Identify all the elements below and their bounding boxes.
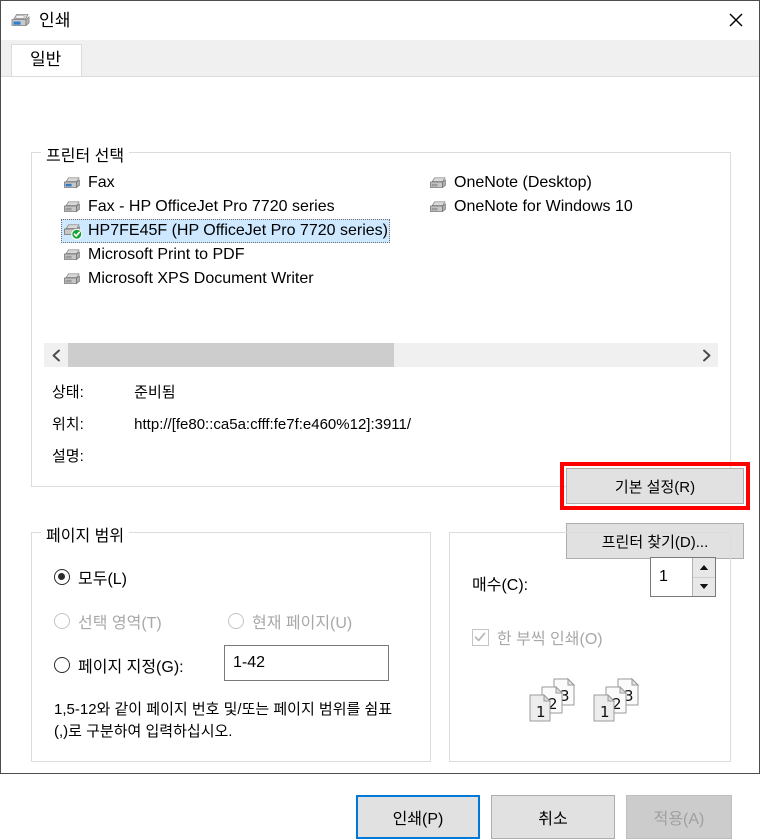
window-title: 인쇄 bbox=[39, 11, 71, 30]
radio-page-numbers-label: 페이지 지정(G): bbox=[78, 659, 184, 676]
tab-strip: 일반 bbox=[1, 40, 759, 77]
stepper-buttons bbox=[692, 558, 715, 596]
radio-indicator bbox=[228, 613, 244, 629]
printer-name: Fax bbox=[88, 174, 115, 191]
print-button-label: 인쇄(P) bbox=[392, 811, 444, 828]
cancel-button[interactable]: 취소 bbox=[491, 795, 615, 839]
print-dialog-window: 인쇄 일반 프린터 선택 Fax Fax - HP OfficeJet Pro … bbox=[0, 0, 760, 839]
printer-location-label: 위치: bbox=[52, 416, 84, 433]
page-range-group: 페이지 범위 모두(L) 선택 영역(T) 현재 페이지(U) 페이지 지정(G… bbox=[31, 522, 431, 762]
radio-all-pages-label: 모두(L) bbox=[78, 571, 127, 588]
printer-icon bbox=[63, 198, 83, 216]
printer-icon bbox=[10, 10, 32, 32]
preferences-button[interactable]: 기본 설정(R) bbox=[566, 468, 744, 504]
arrow-up-icon[interactable] bbox=[693, 558, 715, 577]
collate-illustration: 3 2 1 3 2 1 bbox=[528, 675, 678, 731]
list-item[interactable]: Microsoft XPS Document Writer bbox=[61, 267, 390, 291]
svg-text:1: 1 bbox=[600, 703, 610, 721]
printer-name: HP7FE45F (HP OfficeJet Pro 7720 series) bbox=[88, 222, 388, 239]
printer-default-icon bbox=[63, 222, 83, 240]
printer-location-row: 위치: http://[fe80::ca5a:cfff:fe7f:e460%12… bbox=[52, 413, 411, 434]
list-item[interactable]: OneNote for Windows 10 bbox=[427, 195, 635, 219]
list-item[interactable]: Fax bbox=[61, 171, 390, 195]
close-icon[interactable] bbox=[713, 1, 759, 39]
printer-comment-row: 설명: bbox=[52, 445, 130, 466]
apply-button-label: 적용(A) bbox=[653, 811, 705, 828]
tab-general[interactable]: 일반 bbox=[11, 44, 83, 77]
print-button[interactable]: 인쇄(P) bbox=[356, 795, 480, 839]
radio-indicator bbox=[54, 657, 70, 673]
preferences-button-label: 기본 설정(R) bbox=[614, 478, 696, 496]
pages-input[interactable] bbox=[224, 645, 389, 681]
svg-text:1: 1 bbox=[536, 703, 546, 721]
printer-list-left-column: Fax Fax - HP OfficeJet Pro 7720 series H… bbox=[61, 171, 390, 291]
page-range-group-title: 페이지 범위 bbox=[41, 522, 130, 546]
printer-status-label: 상태: bbox=[52, 384, 84, 401]
printer-comment-label: 설명: bbox=[52, 448, 84, 465]
radio-all-pages[interactable]: 모두(L) bbox=[54, 565, 127, 589]
printer-icon bbox=[63, 246, 83, 264]
printer-icon bbox=[429, 174, 449, 192]
chevron-left-icon[interactable] bbox=[44, 343, 68, 367]
copies-label: 매수(C): bbox=[472, 577, 529, 594]
radio-page-numbers[interactable]: 페이지 지정(G): bbox=[54, 653, 184, 677]
dialog-panel: 프린터 선택 Fax Fax - HP OfficeJet Pro 7720 s… bbox=[1, 76, 759, 839]
printer-name: Microsoft Print to PDF bbox=[88, 246, 245, 263]
printer-select-group-title: 프린터 선택 bbox=[41, 142, 130, 166]
apply-button: 적용(A) bbox=[626, 795, 732, 839]
collate-checkbox: 한 부씩 인쇄(O) bbox=[472, 625, 603, 649]
checkbox-indicator bbox=[472, 628, 489, 646]
printer-icon bbox=[63, 270, 83, 288]
horizontal-scrollbar[interactable] bbox=[44, 343, 718, 367]
printer-name: Microsoft XPS Document Writer bbox=[88, 270, 314, 287]
printer-select-group: 프린터 선택 Fax Fax - HP OfficeJet Pro 7720 s… bbox=[31, 142, 750, 559]
collate-label: 한 부씩 인쇄(O) bbox=[497, 631, 603, 648]
printer-name: OneNote for Windows 10 bbox=[454, 198, 633, 215]
title-bar: 인쇄 bbox=[1, 1, 759, 40]
printer-icon bbox=[429, 198, 449, 216]
radio-selection-label: 선택 영역(T) bbox=[78, 615, 162, 632]
printer-status-row: 상태: 준비됨 bbox=[52, 381, 176, 402]
list-item[interactable]: Microsoft Print to PDF bbox=[61, 243, 390, 267]
radio-current-page: 현재 페이지(U) bbox=[228, 609, 352, 633]
printer-name: Fax - HP OfficeJet Pro 7720 series bbox=[88, 198, 335, 215]
printer-icon bbox=[63, 174, 83, 192]
radio-indicator bbox=[54, 569, 70, 585]
cancel-button-label: 취소 bbox=[538, 811, 568, 828]
copies-value[interactable]: 1 bbox=[651, 558, 692, 596]
copies-stepper[interactable]: 1 bbox=[650, 557, 716, 597]
printer-status-value: 준비됨 bbox=[134, 384, 176, 401]
list-item[interactable]: Fax - HP OfficeJet Pro 7720 series bbox=[61, 195, 390, 219]
list-item-selected[interactable]: HP7FE45F (HP OfficeJet Pro 7720 series) bbox=[61, 219, 390, 243]
arrow-down-icon[interactable] bbox=[693, 576, 715, 596]
tab-general-label: 일반 bbox=[30, 50, 62, 70]
page-range-help-text: 1,5-12와 같이 페이지 번호 및/또는 페이지 범위를 쉼표(,)로 구분… bbox=[54, 701, 393, 740]
scrollbar-thumb[interactable] bbox=[68, 343, 394, 367]
radio-indicator bbox=[54, 613, 70, 629]
copies-group: 매수(C): 1 한 부씩 인쇄(O) 3 2 1 3 2 1 bbox=[449, 532, 731, 762]
list-item[interactable]: OneNote (Desktop) bbox=[427, 171, 635, 195]
printer-list[interactable]: Fax Fax - HP OfficeJet Pro 7720 series H… bbox=[44, 171, 718, 306]
scrollbar-track[interactable] bbox=[68, 343, 694, 367]
chevron-right-icon[interactable] bbox=[694, 343, 718, 367]
printer-name: OneNote (Desktop) bbox=[454, 174, 592, 191]
radio-selection: 선택 영역(T) bbox=[54, 609, 162, 633]
printer-location-value: http://[fe80::ca5a:cfff:fe7f:e460%12]:39… bbox=[134, 416, 412, 433]
printer-list-right-column: OneNote (Desktop) OneNote for Windows 10 bbox=[427, 171, 635, 219]
radio-current-page-label: 현재 페이지(U) bbox=[252, 615, 353, 632]
